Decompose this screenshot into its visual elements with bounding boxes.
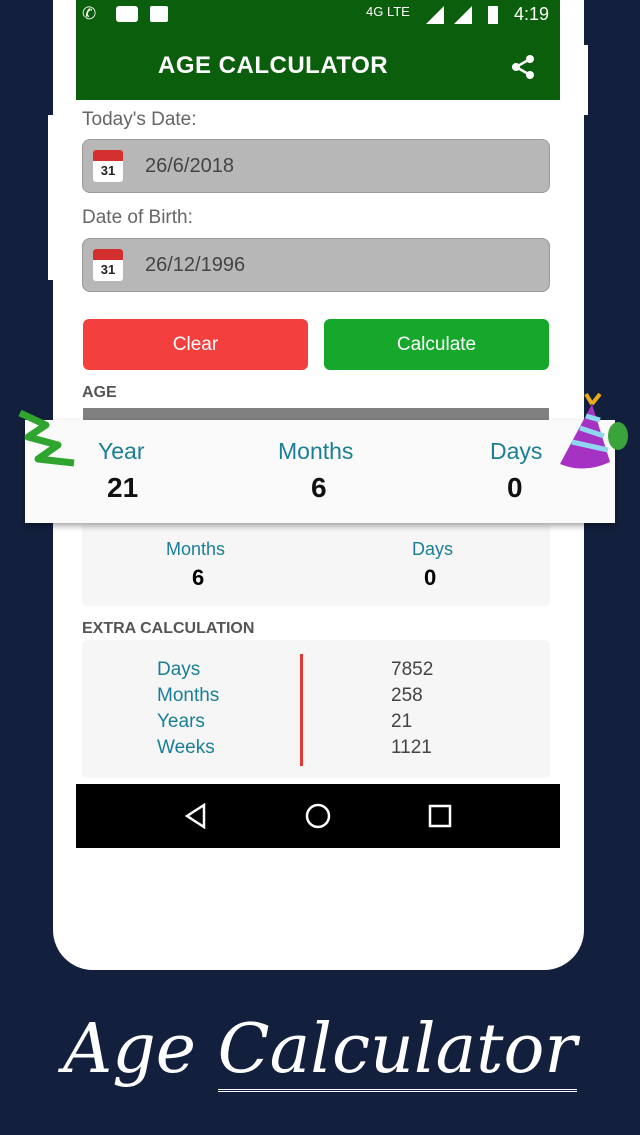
days-label: Days: [412, 539, 454, 559]
age-section-title: AGE: [82, 384, 117, 401]
dob-label: Date of Birth:: [82, 207, 193, 228]
dob-field[interactable]: 31 26/12/1996: [82, 238, 550, 292]
ribbon-icon: [18, 409, 75, 467]
extra-label: Weeks: [157, 737, 215, 758]
calendar-icon: 31: [93, 150, 123, 182]
today-date-value: 26/6/2018: [145, 154, 234, 177]
calendar-icon: 31: [93, 249, 123, 281]
months-label: Months: [278, 438, 354, 464]
extra-box: Days Months Years Weeks 7852 258 21 1121: [82, 640, 550, 778]
extra-value: 7852: [391, 659, 434, 680]
whatsapp-icon: ✆: [82, 4, 97, 23]
promo-word: Age: [63, 1010, 196, 1089]
party-hat-icon: [560, 392, 628, 469]
battery-icon: [488, 6, 498, 24]
extra-label: Months: [157, 685, 220, 706]
extra-label: Days: [157, 659, 201, 680]
promo-title: Age Calculator: [0, 1010, 640, 1092]
days-value: 0: [507, 472, 523, 503]
gallery-icon: [150, 6, 168, 22]
year-value: 21: [107, 472, 139, 503]
extra-values: 7852 258 21 1121: [391, 657, 433, 761]
app-title: AGE CALCULATOR: [158, 52, 389, 79]
home-icon[interactable]: [304, 802, 332, 830]
today-date-label: Today's Date:: [82, 109, 197, 130]
youtube-icon: [116, 6, 138, 22]
extra-value: 1121: [391, 737, 432, 758]
days-value: 0: [424, 565, 437, 590]
extra-labels: Days Months Years Weeks: [157, 657, 219, 761]
months-label: Months: [166, 539, 226, 559]
extra-section-title: EXTRA CALCULATION: [82, 620, 255, 637]
share-icon[interactable]: [510, 54, 536, 80]
year-label: Year: [98, 438, 145, 464]
extra-label: Years: [157, 711, 205, 732]
signal-icon: [426, 6, 444, 24]
extra-value: 258: [391, 685, 423, 706]
today-date-field[interactable]: 31 26/6/2018: [82, 139, 550, 193]
days-label: Days: [490, 438, 543, 464]
promo-word: Calculator: [217, 1010, 577, 1092]
age-box: Months 6 Days 0: [82, 523, 550, 606]
clear-button[interactable]: Clear: [83, 319, 308, 370]
months-value: 6: [192, 565, 205, 590]
divider: [300, 654, 303, 766]
months-value: 6: [311, 472, 327, 503]
signal-icon: [454, 6, 472, 24]
recents-icon[interactable]: [428, 804, 452, 828]
dob-value: 26/12/1996: [145, 253, 246, 276]
app-header: ✆ 4G LTE 4:19 AGE CALCULATOR: [76, 0, 560, 100]
network-label: 4G LTE: [366, 4, 410, 19]
back-icon[interactable]: [184, 803, 208, 829]
calculate-button[interactable]: Calculate: [324, 319, 549, 370]
extra-value: 21: [391, 711, 413, 732]
android-nav-bar: [76, 784, 560, 848]
age-result-card: Year 21 Months 6 Days 0: [25, 420, 615, 523]
status-bar: ✆ 4G LTE 4:19: [76, 4, 560, 28]
clock: 4:19: [514, 4, 550, 24]
